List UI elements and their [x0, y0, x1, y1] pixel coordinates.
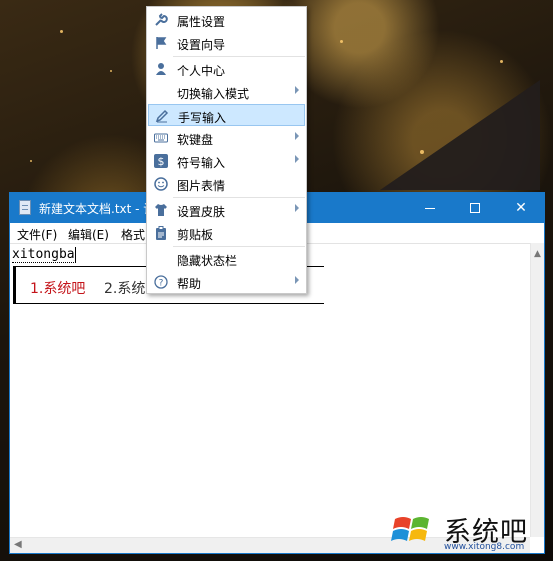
menu-item-label: 图片表情: [177, 179, 226, 193]
menu-item-personal-center[interactable]: 个人中心: [148, 58, 305, 80]
submenu-arrow-icon: [295, 155, 299, 163]
menu-item-emoji[interactable]: 图片表情: [148, 173, 305, 195]
vertical-scrollbar[interactable]: ▲: [530, 243, 544, 537]
menu-item-soft-keyboard[interactable]: 软键盘: [148, 127, 305, 149]
maximize-button[interactable]: [452, 193, 498, 223]
wallpaper-sparkle: [60, 30, 63, 33]
scroll-up-icon[interactable]: ▲: [534, 249, 541, 259]
menu-item-clipboard[interactable]: 剪贴板: [148, 222, 305, 244]
menu-item-label: 符号输入: [177, 156, 226, 170]
dollar-icon: $: [154, 154, 168, 168]
wrench-icon: [155, 13, 168, 26]
svg-text:$: $: [158, 155, 165, 168]
menu-item-switch-mode[interactable]: 切换输入模式: [148, 81, 305, 103]
minimize-icon: [425, 208, 435, 209]
candidate-1[interactable]: 1.系统吧: [30, 278, 85, 298]
menu-item-label: 属性设置: [177, 15, 226, 29]
window-title: 新建文本文档.txt - 记: [39, 202, 156, 216]
menu-item-label: 手写输入: [178, 111, 227, 125]
scroll-left-icon[interactable]: ◀: [14, 539, 22, 550]
menu-item-label: 剪贴板: [177, 228, 214, 242]
wallpaper-sparkle: [110, 70, 112, 72]
person-icon: [156, 63, 166, 75]
submenu-arrow-icon: [295, 276, 299, 284]
menu-item-setup-wizard[interactable]: 设置向导: [148, 32, 305, 54]
text-caret: [75, 247, 76, 263]
menu-item-hide-statusbar[interactable]: 隐藏状态栏: [148, 248, 305, 270]
menu-item-skin[interactable]: 设置皮肤: [148, 199, 305, 221]
pen-icon: [155, 109, 169, 123]
menu-item-label: 设置皮肤: [177, 205, 226, 219]
menu-item-label: 个人中心: [177, 64, 226, 78]
candidate-2[interactable]: 2.系统: [104, 278, 145, 298]
menu-item-handwriting[interactable]: 手写输入: [148, 104, 305, 126]
menu-item-label: 切换输入模式: [177, 87, 250, 101]
windows-logo-icon: [391, 517, 429, 541]
notepad-icon: [19, 200, 31, 215]
menu-item-label: 帮助: [177, 277, 202, 291]
keyboard-icon: [154, 133, 168, 143]
flag-icon: [156, 37, 167, 49]
watermark: 系统吧 www.xitong8.com: [391, 508, 551, 554]
smiley-icon: [154, 177, 168, 191]
wallpaper-sparkle: [340, 40, 343, 43]
menu-separator: [173, 246, 305, 247]
composition-text: xitongba: [12, 247, 76, 263]
menu-item-label: 软键盘: [177, 133, 214, 147]
submenu-arrow-icon: [295, 132, 299, 140]
ime-context-menu: 属性设置 设置向导 个人中心 切换输入模式 手写输入 软键盘 $ 符号输入 图片…: [146, 6, 307, 294]
help-icon: ?: [154, 275, 168, 289]
menu-format[interactable]: 格式: [121, 226, 145, 243]
wallpaper-sparkle: [30, 160, 32, 162]
minimize-button[interactable]: [407, 193, 453, 223]
menu-file[interactable]: 文件(F): [17, 226, 57, 243]
submenu-arrow-icon: [295, 86, 299, 94]
menu-item-label: 隐藏状态栏: [177, 254, 238, 268]
menu-item-help[interactable]: ? 帮助: [148, 271, 305, 293]
submenu-arrow-icon: [295, 204, 299, 212]
menu-separator: [173, 197, 305, 198]
wallpaper-shape: [380, 80, 540, 190]
clipboard-icon: [156, 226, 166, 240]
svg-text:?: ?: [159, 279, 164, 289]
close-button[interactable]: ✕: [498, 193, 544, 223]
wallpaper-sparkle: [500, 60, 503, 63]
menu-item-label: 设置向导: [177, 38, 226, 52]
watermark-url: www.xitong8.com: [444, 542, 525, 552]
menu-separator: [173, 56, 305, 57]
menu-edit[interactable]: 编辑(E): [68, 226, 109, 243]
shirt-icon: [155, 204, 167, 216]
maximize-icon: [470, 203, 480, 213]
close-icon: ✕: [515, 200, 527, 216]
menu-item-symbols[interactable]: $ 符号输入: [148, 150, 305, 172]
menu-item-properties[interactable]: 属性设置: [148, 9, 305, 31]
